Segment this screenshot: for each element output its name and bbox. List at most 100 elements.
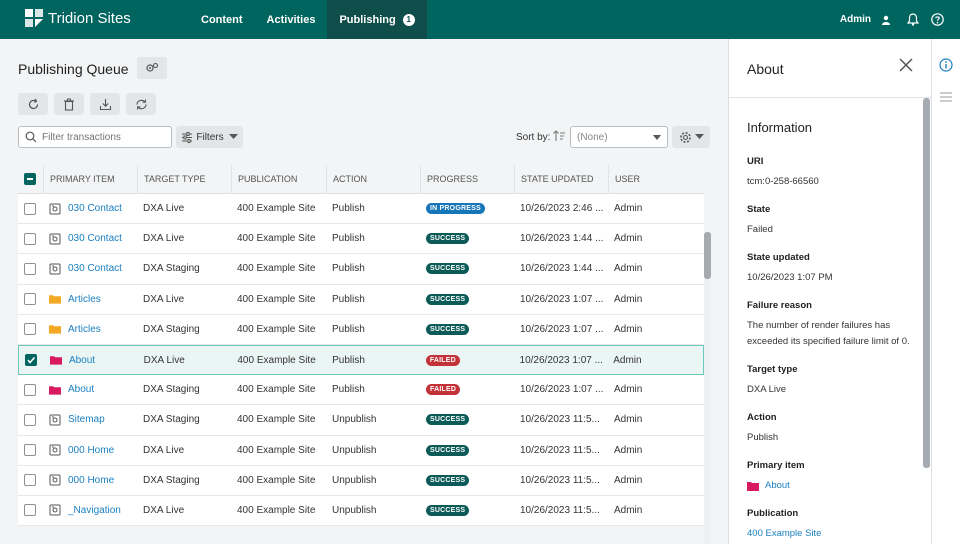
primary-item-link[interactable]: 030 Contact <box>68 233 122 244</box>
structure-group-icon <box>747 482 759 491</box>
table-row[interactable]: About DXA Staging 400 Example Site Publish F… <box>18 375 704 406</box>
sort-select[interactable]: (None) <box>570 126 668 148</box>
primary-item-link[interactable]: About <box>68 384 94 395</box>
panel-scrollbar-thumb[interactable] <box>923 98 930 468</box>
primary-item-link[interactable]: 000 Home <box>68 475 114 486</box>
col-primary-item[interactable]: PRIMARY ITEM <box>43 164 137 194</box>
user-name[interactable]: Admin <box>840 14 871 25</box>
col-state-updated[interactable]: STATE UPDATED <box>514 164 608 194</box>
publication-cell: 400 Example Site <box>237 444 316 456</box>
primary-item-link[interactable]: 030 Contact <box>68 203 122 214</box>
help-icon[interactable] <box>931 13 944 26</box>
state-updated-cell: 10/26/2023 1:07 ... <box>519 354 603 366</box>
progress-cell: SUCCESS <box>420 233 514 245</box>
primary-item-cell: Sitemap <box>43 414 137 426</box>
primary-item-link[interactable]: 030 Contact <box>68 263 122 274</box>
user-cell: Admin <box>614 474 643 486</box>
table-row[interactable]: 000 Home DXA Live 400 Example Site Unpublis… <box>18 435 704 466</box>
primary-item-cell: 030 Contact <box>43 233 137 245</box>
table-row[interactable]: 030 Contact DXA Live 400 Example Site Publi… <box>18 194 704 225</box>
nav-activities[interactable]: Activities <box>255 0 328 39</box>
publication-cell: 400 Example Site <box>237 474 316 486</box>
row-checkbox[interactable] <box>24 293 36 306</box>
primary-item-link[interactable]: Articles <box>68 294 101 305</box>
user-cell: Admin <box>614 203 643 215</box>
notifications-bell-icon[interactable] <box>907 13 919 26</box>
col-action[interactable]: ACTION <box>326 164 420 194</box>
primary-item-link[interactable]: About <box>747 478 917 494</box>
table-row[interactable]: _Navigation DXA Live 400 Example Site Unpub… <box>18 495 704 527</box>
refresh-button[interactable] <box>18 93 48 115</box>
gear-icon <box>679 131 691 143</box>
col-publication[interactable]: PUBLICATION <box>231 164 326 194</box>
table-row[interactable]: Articles DXA Staging 400 Example Site Publi… <box>18 314 704 345</box>
row-checkbox[interactable] <box>24 504 36 517</box>
filters-button[interactable]: Filters <box>176 126 243 148</box>
column-settings-button[interactable] <box>672 126 710 148</box>
field-label: State <box>747 204 771 215</box>
primary-item-link[interactable]: 000 Home <box>68 445 114 456</box>
primary-item-link[interactable]: About <box>69 355 95 366</box>
col-user[interactable]: USER <box>608 164 704 194</box>
queue-settings-button[interactable] <box>137 57 167 79</box>
nav-publishing[interactable]: Publishing 1 <box>327 0 427 39</box>
table-row[interactable]: 000 Home DXA Staging 400 Example Site Unpub… <box>18 465 704 496</box>
trash-icon <box>64 98 74 111</box>
publication-link[interactable]: 400 Example Site <box>747 526 917 542</box>
field-uri: URI tcm:0-258-66560 <box>747 156 917 190</box>
row-checkbox[interactable] <box>24 383 36 396</box>
status-badge: SUCCESS <box>426 263 470 275</box>
row-checkbox[interactable] <box>24 262 36 275</box>
row-checkbox[interactable] <box>24 413 36 426</box>
row-select-cell <box>18 504 43 517</box>
info-rail-button[interactable] <box>939 58 953 75</box>
state-updated-cell: 10/26/2023 1:44 ... <box>520 263 604 275</box>
page-icon <box>49 474 61 486</box>
table-scrollbar-thumb[interactable] <box>704 232 711 279</box>
sort-direction-icon[interactable] <box>552 129 566 146</box>
publication-cell: 400 Example Site <box>237 414 316 426</box>
table-row[interactable]: 030 Contact DXA Live 400 Example Site Publi… <box>18 224 704 255</box>
app-logo[interactable]: Tridion Sites <box>25 9 131 28</box>
table-row[interactable]: About DXA Live 400 Example Site Publish FAIL… <box>18 344 704 376</box>
filter-search[interactable] <box>18 126 172 148</box>
page-icon <box>49 233 61 245</box>
primary-item-link[interactable]: _Navigation <box>68 505 121 516</box>
progress-cell: SUCCESS <box>420 504 514 516</box>
field-label: URI <box>747 156 764 167</box>
row-checkbox[interactable] <box>24 232 36 245</box>
table-row[interactable]: Sitemap DXA Staging 400 Example Site Unpubl… <box>18 405 704 436</box>
search-input[interactable] <box>42 131 162 143</box>
table-row[interactable]: 030 Contact DXA Staging 400 Example Site Pu… <box>18 254 704 285</box>
row-checkbox[interactable] <box>24 323 36 336</box>
col-progress[interactable]: PROGRESS <box>420 164 514 194</box>
row-select-cell <box>18 323 43 336</box>
list-rail-button[interactable] <box>939 91 953 106</box>
caret-down-icon <box>694 134 704 139</box>
table-row[interactable]: Articles DXA Live 400 Example Site Publish S… <box>18 284 704 315</box>
field-label: Primary item <box>747 460 805 471</box>
user-icon[interactable] <box>881 15 891 25</box>
close-panel-button[interactable] <box>899 58 913 75</box>
primary-item-link[interactable]: Sitemap <box>68 414 105 425</box>
primary-item-link[interactable]: Articles <box>68 324 101 335</box>
select-all-checkbox[interactable] <box>24 173 36 185</box>
caret-down-icon <box>228 134 238 139</box>
state-updated-cell: 10/26/2023 2:46 ... <box>520 203 604 215</box>
col-target-type[interactable]: TARGET TYPE <box>137 164 231 194</box>
state-updated-cell: 10/26/2023 11:5... <box>520 414 600 426</box>
field-label: State updated <box>747 252 810 263</box>
nav-content[interactable]: Content <box>189 0 255 39</box>
refresh-icon <box>28 98 38 109</box>
row-checkbox[interactable] <box>25 354 37 367</box>
delete-button[interactable] <box>54 93 84 115</box>
field-label: Target type <box>747 364 798 375</box>
row-checkbox[interactable] <box>24 202 36 215</box>
action-cell: Publish <box>332 384 365 396</box>
republish-button[interactable] <box>126 93 156 115</box>
field-failure-reason: Failure reason The number of render fail… <box>747 300 917 350</box>
row-checkbox[interactable] <box>24 474 36 487</box>
row-checkbox[interactable] <box>24 444 36 457</box>
action-cell: Publish <box>332 233 365 245</box>
unpublish-button[interactable] <box>90 93 120 115</box>
